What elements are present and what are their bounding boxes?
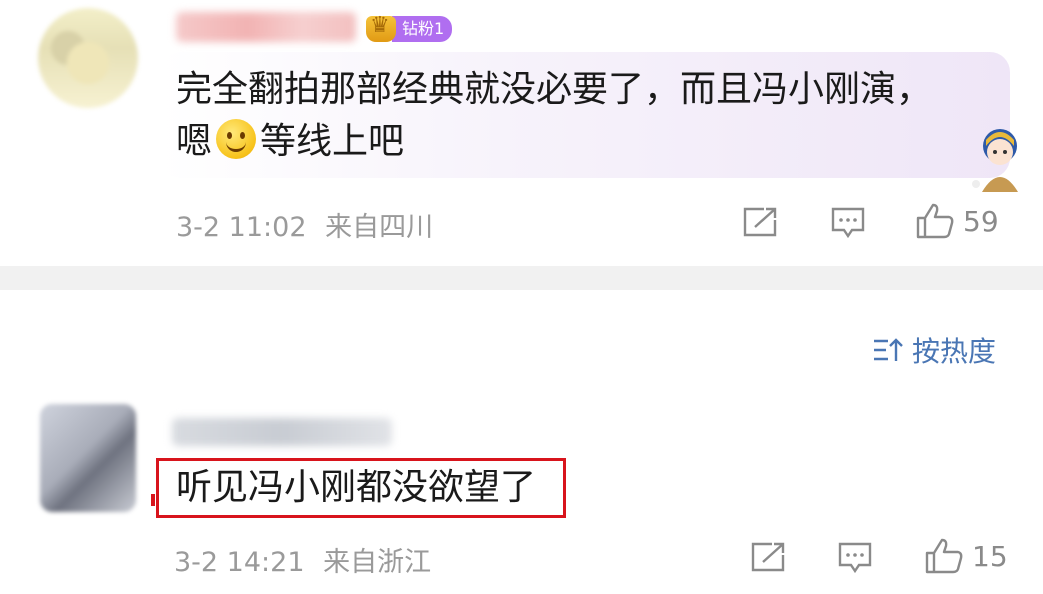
username-blurred[interactable] [176, 12, 356, 42]
like-count: 59 [963, 204, 999, 238]
avatar[interactable] [40, 404, 136, 512]
avatar[interactable] [38, 8, 138, 108]
comment-time: 3-2 11:02 [176, 212, 307, 243]
comment-location: 来自四川 [325, 212, 434, 243]
sort-button[interactable]: 按热度 [872, 330, 996, 370]
comment-time: 3-2 14:21 [174, 547, 305, 578]
comment-location: 来自浙江 [323, 547, 432, 578]
reply-icon[interactable] [830, 206, 866, 240]
highlight-box [156, 458, 566, 518]
comment-meta: 3-2 11:02 来自四川 [176, 205, 433, 244]
smile-emoji-icon [216, 119, 257, 159]
highlight-marker [151, 494, 155, 506]
share-icon[interactable] [742, 206, 778, 238]
thumbs-up-icon [916, 203, 954, 239]
thumbs-up-icon [925, 538, 963, 574]
share-icon[interactable] [750, 541, 786, 573]
comment-text: 完全翻拍那部经典就没必要了，而且冯小刚演， 嗯等线上吧 [176, 64, 996, 168]
comment-meta: 3-2 14:21 来自浙江 [174, 540, 431, 579]
comment-text-line2: 嗯等线上吧 [176, 119, 405, 162]
like-button[interactable]: 15 [924, 537, 1008, 575]
crown-icon [366, 13, 396, 42]
section-divider [0, 266, 1043, 290]
like-button[interactable]: 59 [915, 202, 999, 240]
comment-text-line1: 完全翻拍那部经典就没必要了，而且冯小刚演， [176, 69, 933, 110]
reply-icon[interactable] [837, 541, 873, 575]
sort-label: 按热度 [912, 335, 997, 368]
like-count: 15 [972, 539, 1008, 573]
badge-label: 钻粉1 [392, 16, 453, 42]
sort-icon [874, 338, 903, 361]
fan-badge[interactable]: 钻粉1 [366, 13, 453, 44]
bubble-decoration-icon [972, 129, 1018, 192]
username-blurred[interactable] [172, 418, 392, 446]
